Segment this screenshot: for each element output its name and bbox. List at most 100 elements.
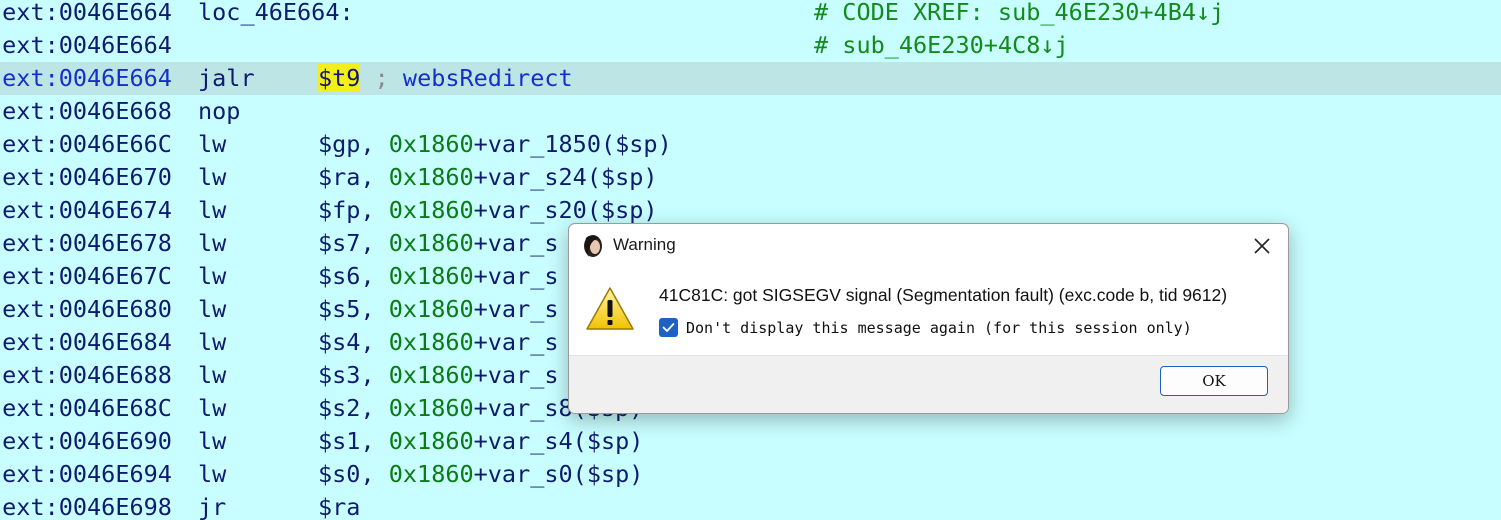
row-mnemonic: lw <box>198 262 227 290</box>
row-address: text:0046E664 <box>0 64 172 92</box>
row-register: $gp, <box>318 130 375 158</box>
row-address: text:0046E688 <box>0 361 172 389</box>
check-icon <box>662 323 675 332</box>
row-variable: +var_s <box>473 262 559 290</box>
row-register: $s2, <box>318 394 375 422</box>
row-register: $s3, <box>318 361 375 389</box>
listing-row-selected[interactable]: text:0046E664 jalr $t9 ; websRedirect <box>0 62 1501 95</box>
row-address: text:0046E67C <box>0 262 172 290</box>
row-variable: +var_s <box>473 361 559 389</box>
row-mnemonic: lw <box>198 163 227 191</box>
close-icon[interactable] <box>1250 234 1274 258</box>
row-mnemonic: lw <box>198 328 227 356</box>
row-immediate: 0x1860 <box>388 427 474 455</box>
checkbox-label[interactable]: Don't display this message again (for th… <box>686 319 1192 337</box>
row-address: text:0046E68C <box>0 394 172 422</box>
row-variable: +var_s4($sp) <box>473 427 644 455</box>
row-variable: +var_s24($sp) <box>473 163 658 191</box>
row-register: $fp, <box>318 196 375 224</box>
row-mnemonic: nop <box>198 97 241 125</box>
row-operands: $t9 ; websRedirect <box>318 62 573 95</box>
ok-button[interactable]: OK <box>1160 366 1268 396</box>
row-address: text:0046E668 <box>0 97 172 125</box>
row-operands: $s3, 0x1860+var_s <box>318 359 559 392</box>
row-immediate: 0x1860 <box>388 262 474 290</box>
row-register: $ra, <box>318 163 375 191</box>
row-address: text:0046E678 <box>0 229 172 257</box>
listing-row[interactable]: text:0046E66C lw $gp, 0x1860+var_1850($s… <box>0 128 1501 161</box>
row-variable: +var_s <box>473 295 559 323</box>
row-register: $s7, <box>318 229 375 257</box>
row-mnemonic: lw <box>198 196 227 224</box>
row-register: $s1, <box>318 427 375 455</box>
row-register: $s4, <box>318 328 375 356</box>
warning-message: 41C81C: got SIGSEGV signal (Segmentation… <box>659 285 1228 305</box>
row-immediate: 0x1860 <box>388 460 474 488</box>
row-address: text:0046E680 <box>0 295 172 323</box>
row-variable: +var_s0($sp) <box>473 460 644 488</box>
row-address: text:0046E664 <box>0 0 172 26</box>
listing-row[interactable]: text:0046E670 lw $ra, 0x1860+var_s24($sp… <box>0 161 1501 194</box>
row-variable: +var_s <box>473 229 559 257</box>
row-mnemonic: lw <box>198 361 227 389</box>
comment-separator: ; <box>374 64 389 92</box>
dont-display-checkbox[interactable] <box>659 318 678 337</box>
highlighted-register[interactable]: $t9 <box>318 64 361 92</box>
row-address: text:0046E674 <box>0 196 172 224</box>
row-mnemonic: lw <box>198 130 227 158</box>
row-address: text:0046E684 <box>0 328 172 356</box>
row-register: $ra <box>318 493 361 520</box>
row-operands: $s1, 0x1860+var_s4($sp) <box>318 425 643 458</box>
row-address: text:0046E670 <box>0 163 172 191</box>
listing-row[interactable]: text:0046E698 jr $ra <box>0 491 1501 520</box>
row-address: text:0046E698 <box>0 493 172 520</box>
row-variable: +var_s <box>473 328 559 356</box>
row-address: text:0046E690 <box>0 427 172 455</box>
row-operands: $s7, 0x1860+var_s <box>318 227 559 260</box>
row-variable: +var_1850($sp) <box>473 130 672 158</box>
row-register: $s0, <box>318 460 375 488</box>
row-mnemonic: lw <box>198 394 227 422</box>
row-address: text:0046E694 <box>0 460 172 488</box>
row-operands: $ra <box>318 491 360 520</box>
row-address: text:0046E66C <box>0 130 172 158</box>
row-register: $s6, <box>318 262 375 290</box>
listing-row[interactable]: text:0046E694 lw $s0, 0x1860+var_s0($sp) <box>0 458 1501 491</box>
row-mnemonic: jr <box>198 493 227 520</box>
listing-row[interactable]: text:0046E664 loc_46E664: # CODE XREF: s… <box>0 0 1501 29</box>
row-address: text:0046E664 <box>0 31 172 59</box>
warning-icon <box>585 286 635 332</box>
row-immediate: 0x1860 <box>388 328 474 356</box>
row-mnemonic: lw <box>198 427 227 455</box>
row-mnemonic: lw <box>198 295 227 323</box>
warning-dialog[interactable]: Warning 41C81C: got SIGSEGV signal (Segm… <box>568 223 1289 414</box>
listing-row[interactable]: text:0046E664 # sub_46E230+4C8↓j <box>0 29 1501 62</box>
row-operands: $s4, 0x1860+var_s <box>318 326 559 359</box>
dialog-footer: OK <box>569 355 1288 413</box>
app-icon <box>581 234 605 258</box>
dialog-content: 41C81C: got SIGSEGV signal (Segmentation… <box>569 268 1288 355</box>
row-operands: $s5, 0x1860+var_s <box>318 293 559 326</box>
row-mnemonic: lw <box>198 229 227 257</box>
row-immediate: 0x1860 <box>388 361 474 389</box>
row-immediate: 0x1860 <box>388 295 474 323</box>
row-immediate: 0x1860 <box>388 229 474 257</box>
row-variable: +var_s20($sp) <box>473 196 658 224</box>
row-operands: $ra, 0x1860+var_s24($sp) <box>318 161 658 194</box>
row-mnemonic: jalr <box>198 64 255 92</box>
row-immediate: 0x1860 <box>388 163 474 191</box>
dialog-titlebar[interactable]: Warning <box>569 224 1288 268</box>
row-register: $s5, <box>318 295 375 323</box>
row-comment: # sub_46E230+4C8↓j <box>814 31 1069 59</box>
row-label[interactable]: loc_46E664: <box>198 0 354 29</box>
row-operands: $gp, 0x1860+var_1850($sp) <box>318 128 672 161</box>
dialog-title: Warning <box>613 235 676 254</box>
call-target[interactable]: websRedirect <box>403 64 573 92</box>
row-operands: $s6, 0x1860+var_s <box>318 260 559 293</box>
row-immediate: 0x1860 <box>388 196 474 224</box>
listing-row[interactable]: text:0046E690 lw $s1, 0x1860+var_s4($sp) <box>0 425 1501 458</box>
listing-row[interactable]: text:0046E668 nop <box>0 95 1501 128</box>
row-immediate: 0x1860 <box>388 130 474 158</box>
row-immediate: 0x1860 <box>388 394 474 422</box>
row-operands: $s0, 0x1860+var_s0($sp) <box>318 458 643 491</box>
